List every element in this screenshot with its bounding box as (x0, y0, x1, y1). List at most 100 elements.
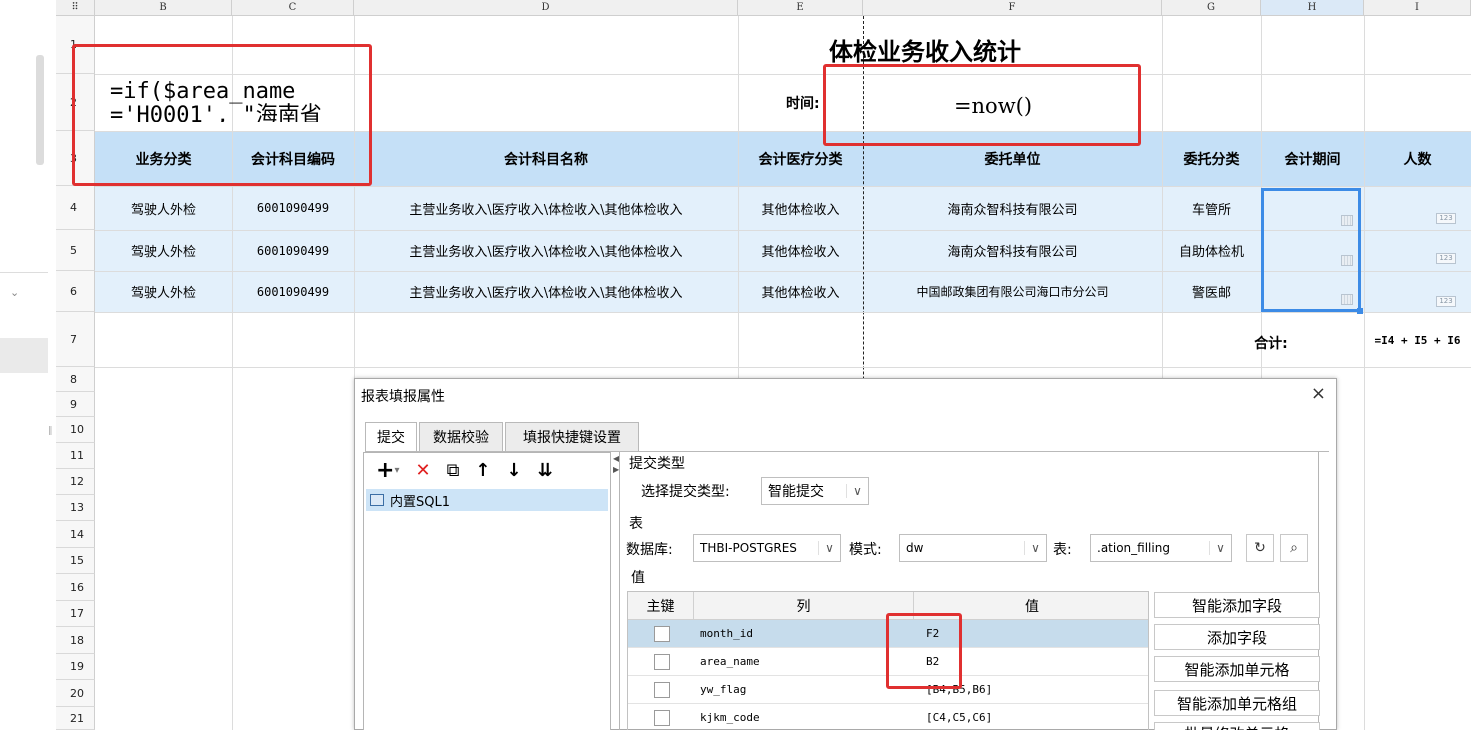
number-widget-icon[interactable]: 123 (1436, 296, 1456, 307)
table-cell[interactable]: 驾驶人外检 (95, 271, 232, 312)
table-cell[interactable]: 海南众智科技有限公司 (863, 230, 1162, 271)
header-headcount[interactable]: 人数 (1364, 131, 1471, 186)
smart-add-fields-button[interactable]: 智能添加字段 (1154, 592, 1320, 618)
delete-icon[interactable]: ✕ (415, 460, 430, 481)
row-header-18[interactable]: 18 (56, 627, 95, 654)
table-cell[interactable]: 车管所 (1162, 186, 1261, 230)
tab-submit[interactable]: 提交 (365, 422, 417, 452)
table-section: 表 (629, 516, 643, 532)
table-select[interactable]: .ation_filling ∨ (1090, 534, 1232, 562)
table-cell[interactable]: 6001090499 (232, 271, 354, 312)
row-header-21[interactable]: 21 (56, 707, 95, 730)
chevron-down-icon: ∨ (818, 541, 840, 555)
row-header-9[interactable]: 9 (56, 392, 95, 417)
select-all-corner[interactable]: ⠿ (56, 0, 95, 16)
smart-add-cell-group-button[interactable]: 智能添加单元格组 (1154, 690, 1320, 716)
tab-fill-shortcuts[interactable]: 填报快捷键设置 (505, 422, 639, 452)
table-cell[interactable]: 其他体检收入 (738, 271, 863, 312)
column-header-d[interactable]: D (354, 0, 738, 16)
resize-grip-icon[interactable]: ‖ (48, 426, 53, 436)
collapse-chevron-icon[interactable]: ⌄ (10, 286, 19, 299)
list-item-builtin-sql[interactable]: 内置SQL1 (366, 489, 608, 511)
row-header-20[interactable]: 20 (56, 680, 95, 707)
add-button[interactable]: + ▾ (376, 458, 399, 483)
row-header-19[interactable]: 19 (56, 654, 95, 680)
copy-icon[interactable]: ⧉ (447, 460, 460, 481)
row-header-4[interactable]: 4 (56, 186, 95, 230)
table-cell[interactable]: 主营业务收入\医疗收入\体检收入\其他体检收入 (354, 186, 738, 230)
highlight-box-now-formula (823, 64, 1141, 146)
primary-key-checkbox[interactable] (654, 626, 670, 642)
submit-list-pane: + ▾ ✕ ⧉ ↑ ↓ ⇊ 内置SQL1 (363, 452, 611, 730)
smart-add-cell-button[interactable]: 智能添加单元格 (1154, 656, 1320, 682)
sort-icon[interactable]: ⇊ (538, 460, 553, 481)
primary-key-checkbox[interactable] (654, 654, 670, 670)
column-header-c[interactable]: C (232, 0, 354, 16)
move-down-icon[interactable]: ↓ (507, 460, 522, 481)
report-fill-properties-dialog: 报表填报属性 × 提交 数据校验 填报快捷键设置 + ▾ ✕ ⧉ ↑ ↓ ⇊ 内… (354, 378, 1337, 730)
table-cell[interactable]: 其他体检收入 (738, 230, 863, 271)
preview-button[interactable]: ⌕ (1280, 534, 1308, 562)
header-accounting-period[interactable]: 会计期间 (1261, 131, 1364, 186)
table-row[interactable]: kjkm_code [C4,C5,C6] (628, 704, 1148, 730)
table-cell[interactable]: 主营业务收入\医疗收入\体检收入\其他体检收入 (354, 271, 738, 312)
submit-type-section: 提交类型 (629, 456, 685, 472)
table-cell[interactable]: 6001090499 (232, 230, 354, 271)
row-header-15[interactable]: 15 (56, 548, 95, 574)
fill-handle[interactable] (1357, 308, 1363, 314)
left-scrollbar-thumb[interactable] (36, 55, 44, 165)
tab-data-validation[interactable]: 数据校验 (419, 422, 503, 452)
left-panel-selected-item[interactable] (0, 338, 48, 373)
add-field-button[interactable]: 添加字段 (1154, 624, 1320, 650)
table-cell[interactable]: 警医邮 (1162, 271, 1261, 312)
schema-select[interactable]: dw ∨ (899, 534, 1047, 562)
row-header-13[interactable]: 13 (56, 495, 95, 521)
primary-key-checkbox[interactable] (654, 710, 670, 726)
table-cell[interactable]: 中国邮政集团有限公司海口市分公司 (863, 271, 1162, 312)
row-header-8[interactable]: 8 (56, 367, 95, 392)
number-widget-icon[interactable]: 123 (1436, 213, 1456, 224)
column-header-e[interactable]: E (738, 0, 863, 16)
batch-modify-cells-button[interactable]: 批量修改单元格 (1154, 722, 1320, 730)
column-header-f[interactable]: F (863, 0, 1162, 16)
table-cell[interactable]: 其他体检收入 (738, 186, 863, 230)
table-cell[interactable]: 驾驶人外检 (95, 230, 232, 271)
table-cell[interactable]: 驾驶人外检 (95, 186, 232, 230)
row-header-5[interactable]: 5 (56, 230, 95, 271)
header-account-name[interactable]: 会计科目名称 (354, 131, 738, 186)
primary-key-checkbox[interactable] (654, 682, 670, 698)
row-header-6[interactable]: 6 (56, 271, 95, 312)
database-select[interactable]: THBI-POSTGRES ∨ (693, 534, 841, 562)
row-header-16[interactable]: 16 (56, 574, 95, 601)
table-cell[interactable]: 主营业务收入\医疗收入\体检收入\其他体检收入 (354, 230, 738, 271)
header-entrust-category[interactable]: 委托分类 (1162, 131, 1261, 186)
column-header-h[interactable]: H (1261, 0, 1364, 16)
list-item-label: 内置SQL1 (390, 494, 450, 510)
sum-formula-cell[interactable]: =I4 + I5 + I6 (1364, 316, 1471, 364)
row-header-14[interactable]: 14 (56, 521, 95, 548)
row-header-17[interactable]: 17 (56, 601, 95, 627)
schema-label: 模式: (849, 542, 882, 558)
refresh-button[interactable]: ↻ (1246, 534, 1274, 562)
submit-type-select[interactable]: 智能提交 ∨ (761, 477, 869, 505)
table-cell[interactable]: 海南众智科技有限公司 (863, 186, 1162, 230)
column-value[interactable]: [C4,C5,C6] (926, 704, 992, 730)
row-header-11[interactable]: 11 (56, 443, 95, 469)
column-header-column[interactable]: 列 (694, 592, 914, 620)
table-cell[interactable]: 6001090499 (232, 186, 354, 230)
chevron-down-icon: ∨ (846, 484, 868, 498)
column-header-primary-key[interactable]: 主键 (628, 592, 694, 620)
column-header-i[interactable]: I (1364, 0, 1471, 16)
row-header-10[interactable]: 10 (56, 417, 95, 443)
move-up-icon[interactable]: ↑ (475, 460, 490, 481)
close-icon[interactable]: × (1311, 383, 1326, 404)
table-cell[interactable]: 自助体检机 (1162, 230, 1261, 271)
selected-range[interactable] (1261, 188, 1361, 312)
column-header-b[interactable]: B (95, 0, 232, 16)
column-header-g[interactable]: G (1162, 0, 1261, 16)
number-widget-icon[interactable]: 123 (1436, 253, 1456, 264)
row-header-7[interactable]: 7 (56, 312, 95, 367)
grid-line (95, 367, 1471, 368)
column-name: kjkm_code (700, 711, 760, 724)
row-header-12[interactable]: 12 (56, 469, 95, 495)
